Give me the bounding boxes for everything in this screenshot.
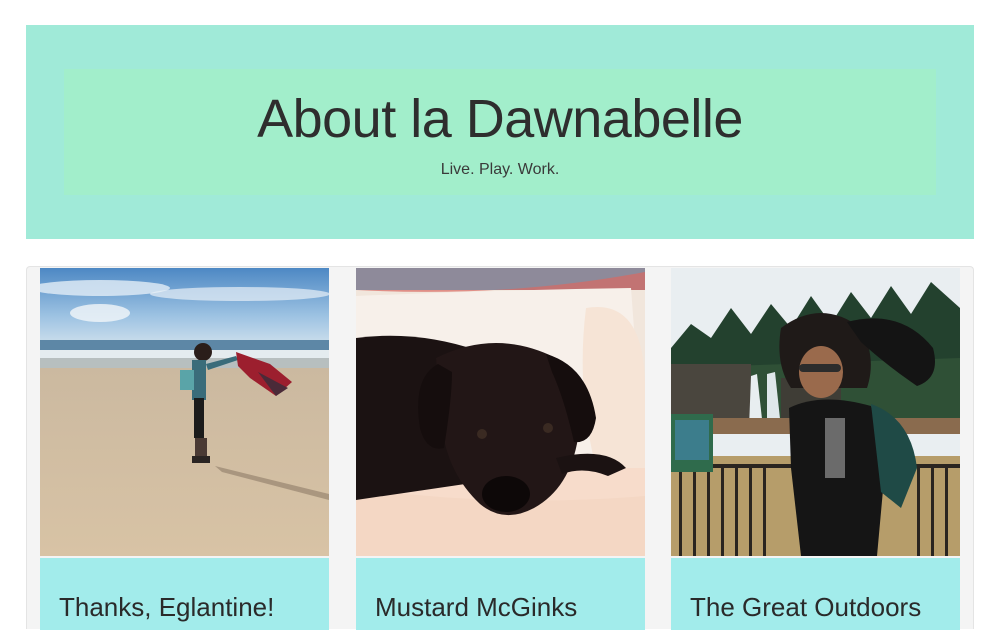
post-card[interactable]: Mustard McGinks (356, 267, 645, 630)
post-image-waterfall[interactable] (671, 268, 960, 556)
post-caption[interactable]: The Great Outdoors (671, 558, 960, 630)
post-title[interactable]: Thanks, Eglantine! (59, 592, 274, 622)
site-header: About la Dawnabelle Live. Play. Work. (26, 25, 974, 239)
card-grid: Thanks, Eglantine! Mustard McGinks The G… (26, 266, 974, 630)
post-card[interactable]: The Great Outdoors (671, 267, 960, 630)
header-banner: About la Dawnabelle Live. Play. Work. (64, 69, 936, 195)
page-subtitle: Live. Play. Work. (440, 161, 560, 178)
page-title: About la Dawnabelle (257, 89, 743, 149)
post-image-beach[interactable] (40, 268, 329, 556)
post-caption[interactable]: Thanks, Eglantine! (40, 558, 329, 630)
post-title[interactable]: The Great Outdoors (690, 592, 921, 622)
post-card[interactable]: Thanks, Eglantine! (40, 267, 329, 630)
post-image-puppy[interactable] (356, 268, 645, 556)
post-caption[interactable]: Mustard McGinks (356, 558, 645, 630)
post-title[interactable]: Mustard McGinks (375, 592, 577, 622)
